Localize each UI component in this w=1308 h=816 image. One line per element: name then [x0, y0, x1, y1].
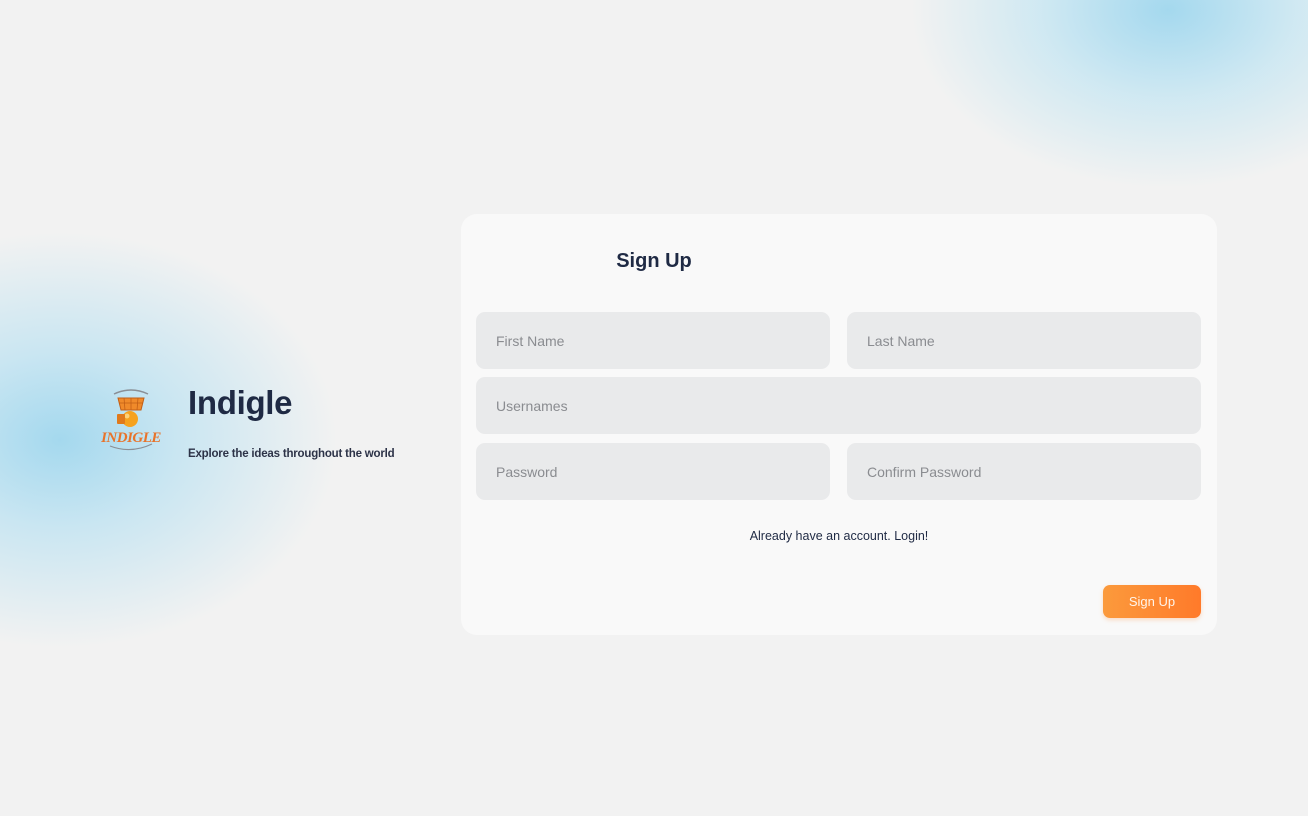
brand-tagline: Explore the ideas throughout the world	[188, 448, 395, 460]
confirm-password-field[interactable]	[847, 443, 1201, 500]
password-field[interactable]	[476, 443, 830, 500]
username-field[interactable]	[476, 377, 1201, 434]
signup-title: Sign Up	[616, 250, 692, 272]
brand-text: Indigle Explore the ideas throughout the…	[188, 384, 395, 460]
signup-page: INDIGLE Indigle Explore the ideas throug…	[0, 0, 1308, 816]
last-name-field[interactable]	[847, 312, 1201, 369]
login-link[interactable]: Already have an account. Login!	[461, 529, 1217, 543]
logo-text: INDIGLE	[101, 430, 161, 446]
brand-section: INDIGLE Indigle Explore the ideas throug…	[101, 384, 395, 460]
signup-button[interactable]: Sign Up	[1103, 585, 1201, 618]
cart-logo-icon: INDIGLE	[101, 384, 161, 458]
brand-name: Indigle	[188, 384, 293, 421]
first-name-field[interactable]	[476, 312, 830, 369]
background-blob-right	[908, 0, 1308, 190]
